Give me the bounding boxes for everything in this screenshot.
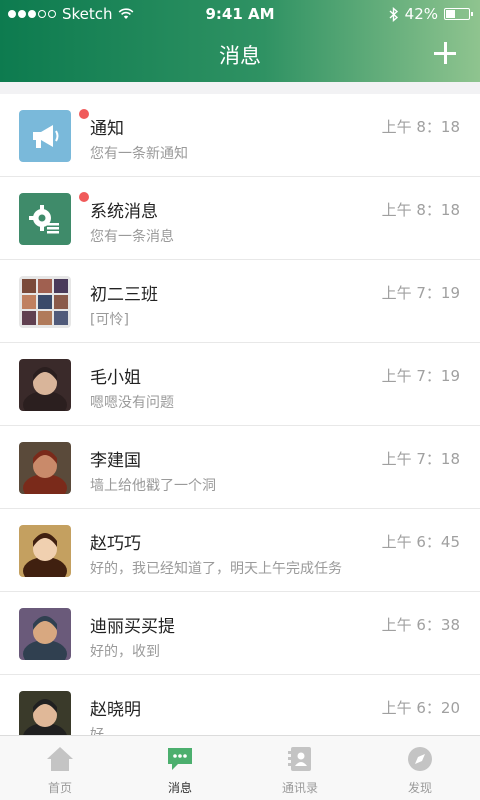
message-list: 通知 您有一条新通知 上午 8：18 系统消息 您有一条消息 上午 8：18 初二三班 [可… bbox=[0, 94, 480, 758]
message-preview: [可怜] bbox=[90, 312, 129, 328]
conversation-row[interactable]: 系统消息您有一条消息 上午 8：18 bbox=[0, 177, 480, 260]
conversation-name: 初二三班 bbox=[90, 285, 158, 305]
tab-compass[interactable]: 发现 bbox=[360, 736, 480, 800]
status-right: 42% bbox=[389, 5, 473, 23]
battery-fill bbox=[446, 10, 456, 18]
top-header: Sketch 9:41 AM 42% 消息 bbox=[0, 0, 480, 82]
home-icon bbox=[45, 745, 75, 773]
avatar[interactable] bbox=[19, 359, 71, 411]
avatar[interactable] bbox=[19, 525, 71, 577]
battery-icon bbox=[444, 8, 473, 20]
plus-icon[interactable] bbox=[432, 40, 458, 66]
conversation-row[interactable]: 迪丽买买提好的，收到 上午 6：38 bbox=[0, 592, 480, 675]
message-preview: 好的，收到 bbox=[90, 644, 160, 660]
conversation-name: 赵晓明 bbox=[90, 700, 141, 720]
avatar[interactable] bbox=[19, 276, 71, 328]
message-preview: 您有一条消息 bbox=[90, 229, 174, 245]
conversation-row[interactable]: 李建国墙上给他戳了一个洞 上午 7：18 bbox=[0, 426, 480, 509]
message-time: 上午 6：45 bbox=[381, 533, 460, 551]
tab-label: 发现 bbox=[407, 781, 432, 795]
tab-bar: 首页 消息 通讯录 发现 bbox=[0, 735, 480, 800]
message-preview: 墙上给他戳了一个洞 bbox=[90, 478, 216, 494]
conversation-name: 李建国 bbox=[90, 451, 141, 471]
avatar[interactable] bbox=[19, 442, 71, 494]
status-bar: Sketch 9:41 AM 42% bbox=[0, 0, 480, 28]
conversation-row[interactable]: 初二三班 [可怜] 上午 7：19 bbox=[0, 260, 480, 343]
avatar[interactable] bbox=[19, 608, 71, 660]
compass-icon bbox=[405, 745, 435, 773]
message-preview: 您有一条新通知 bbox=[90, 146, 188, 162]
chat-icon bbox=[165, 745, 195, 773]
contacts-icon bbox=[285, 745, 315, 773]
tab-chat[interactable]: 消息 bbox=[120, 736, 240, 800]
unread-dot bbox=[79, 109, 89, 119]
conversation-row[interactable]: 通知您有一条新通知 上午 8：18 bbox=[0, 94, 480, 177]
megaphone-icon[interactable] bbox=[19, 110, 71, 162]
message-preview: 嗯嗯没有问题 bbox=[90, 395, 174, 411]
unread-dot bbox=[79, 192, 89, 202]
message-time: 上午 6：20 bbox=[381, 699, 460, 717]
conversation-name: 毛小姐 bbox=[90, 368, 141, 388]
gear-list-icon[interactable] bbox=[19, 193, 71, 245]
tab-label: 消息 bbox=[167, 781, 192, 795]
bluetooth-icon bbox=[389, 6, 398, 22]
conversation-name: 通知 bbox=[90, 119, 124, 139]
conversation-row[interactable]: 赵巧巧好的，我已经知道了，明天上午完成任务 上午 6：45 bbox=[0, 509, 480, 592]
message-time: 上午 8：18 bbox=[381, 118, 460, 136]
battery-percent: 42% bbox=[404, 5, 438, 23]
header-spacer bbox=[0, 82, 480, 94]
message-time: 上午 7：19 bbox=[381, 284, 460, 302]
message-time: 上午 6：38 bbox=[381, 616, 460, 634]
message-time: 上午 8：18 bbox=[381, 201, 460, 219]
message-time: 上午 7：18 bbox=[381, 450, 460, 468]
message-time: 上午 7：19 bbox=[381, 367, 460, 385]
conversation-name: 系统消息 bbox=[90, 202, 158, 222]
tab-label: 通讯录 bbox=[281, 781, 318, 795]
tab-label: 首页 bbox=[47, 781, 72, 795]
conversation-name: 迪丽买买提 bbox=[90, 617, 175, 637]
conversation-row[interactable]: 毛小姐嗯嗯没有问题 上午 7：19 bbox=[0, 343, 480, 426]
tab-home[interactable]: 首页 bbox=[0, 736, 120, 800]
tab-contacts[interactable]: 通讯录 bbox=[240, 736, 360, 800]
page-title: 消息 bbox=[219, 44, 261, 68]
conversation-name: 赵巧巧 bbox=[90, 534, 141, 554]
message-preview: 好的，我已经知道了，明天上午完成任务 bbox=[90, 561, 342, 577]
